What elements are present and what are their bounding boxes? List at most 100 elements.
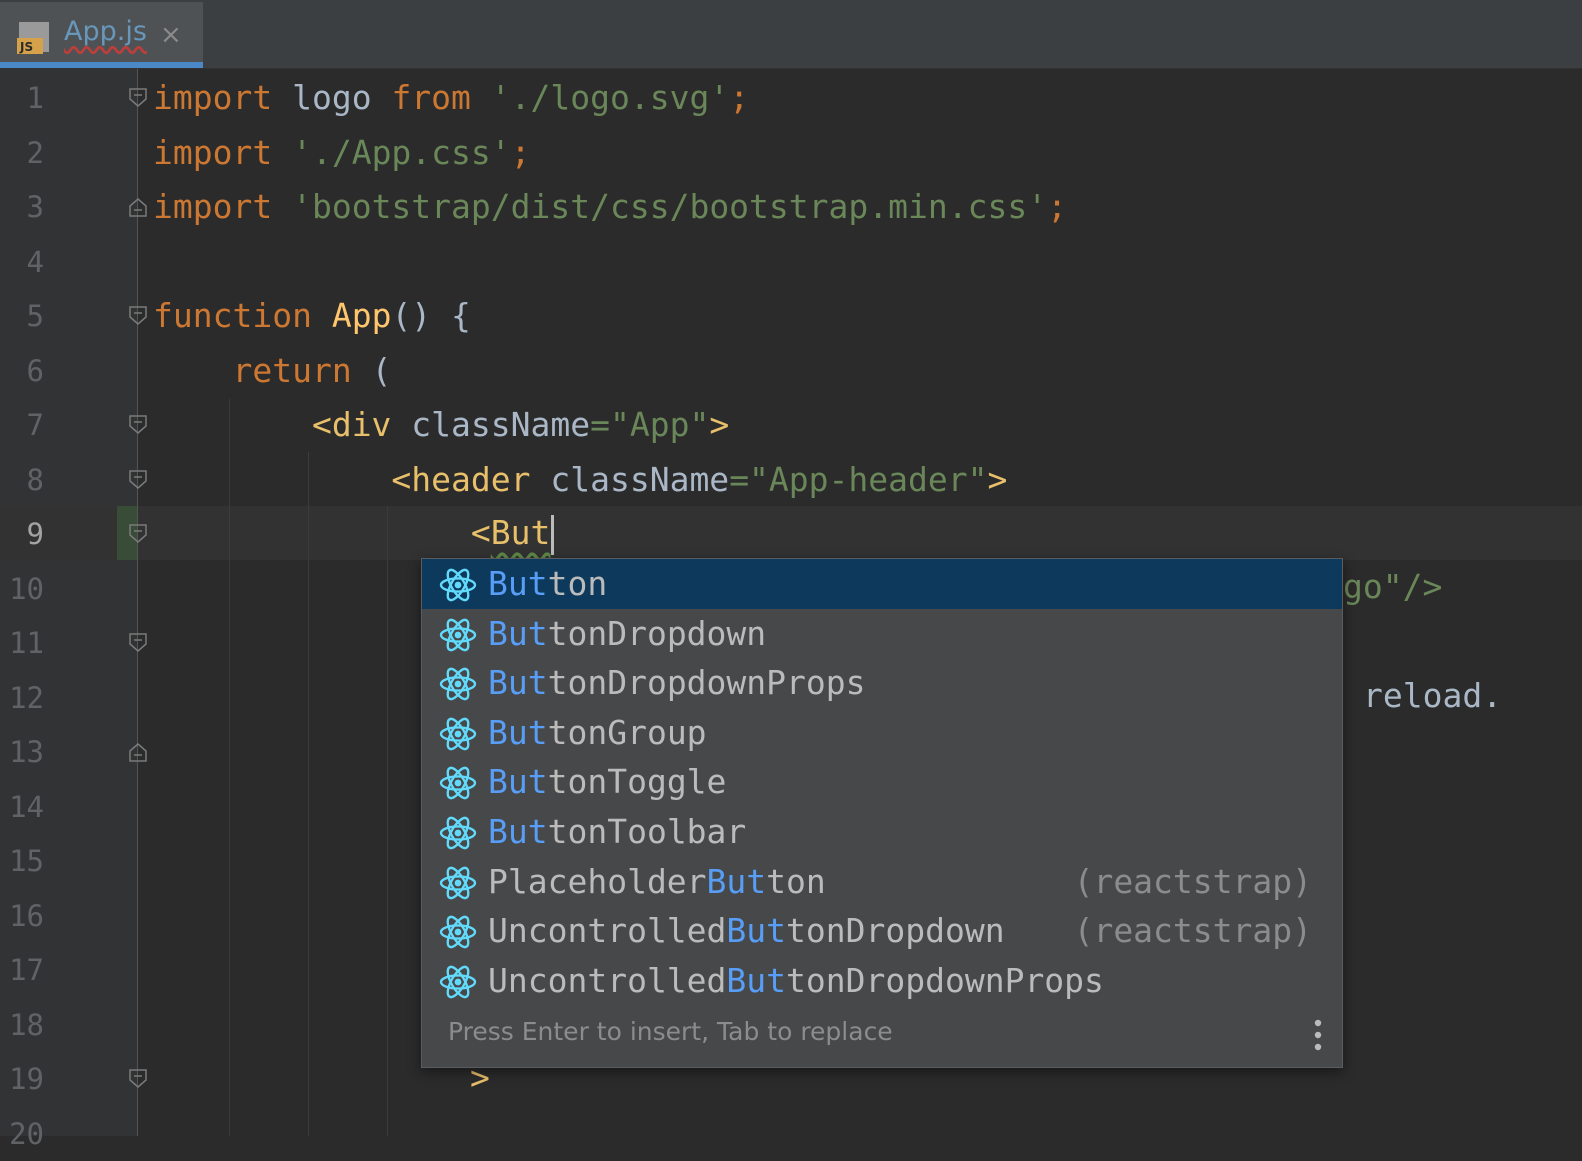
completion-item[interactable]: ButtonToggle: [422, 757, 1342, 807]
code-line[interactable]: import logo from './logo.svg';: [153, 71, 749, 125]
completion-prefix: Uncontrolled: [488, 960, 727, 1000]
line-number: 10: [9, 571, 44, 606]
code-token: import: [153, 187, 273, 226]
completion-match: But: [488, 712, 548, 752]
code-line[interactable]: import './App.css';: [153, 126, 531, 180]
line-number: 4: [26, 244, 44, 279]
code-token: function: [153, 296, 312, 335]
completion-item[interactable]: UncontrolledButtonDropdownProps: [422, 956, 1342, 1006]
react-component-icon: [438, 912, 478, 952]
completion-item-label: UncontrolledButtonDropdown: [488, 909, 1005, 953]
line-number: 1: [26, 81, 44, 115]
line-number: 14: [9, 789, 44, 824]
completion-prefix: Uncontrolled: [488, 911, 727, 951]
completion-item[interactable]: ButtonGroup: [422, 708, 1342, 758]
line-number: 16: [9, 898, 44, 933]
fold-icon[interactable]: [127, 523, 149, 545]
code-line[interactable]: <header className="App-header">: [153, 453, 1007, 507]
completion-hint: Press Enter to insert, Tab to replace: [448, 1017, 893, 1046]
fold-icon[interactable]: [127, 741, 149, 763]
completion-item-label: UncontrolledButtonDropdownProps: [488, 959, 1104, 1003]
completion-match: But: [706, 861, 767, 901]
close-icon[interactable]: ×: [160, 20, 182, 50]
code-token: from: [391, 78, 471, 117]
code-token: ;: [729, 78, 750, 117]
editor-tab-bar: JS App.js ×: [0, 0, 1582, 69]
code-token: className: [530, 459, 730, 499]
code-token: import: [153, 132, 273, 172]
line-number: 20: [9, 1116, 44, 1151]
completion-item[interactable]: ButtonToolbar: [422, 807, 1342, 857]
code-token: className: [391, 405, 591, 444]
partial-code-line-12: reload.: [1363, 676, 1503, 715]
react-component-icon: [438, 714, 478, 754]
fold-icon[interactable]: [127, 196, 149, 218]
completion-match: But: [488, 663, 548, 703]
code-token: ;: [1047, 187, 1067, 226]
line-number: 11: [9, 626, 44, 660]
code-line[interactable]: <div className="App">: [153, 398, 729, 452]
partial-code-line-10: go"/>: [1343, 567, 1443, 606]
react-component-icon: [438, 763, 478, 803]
typed-text: But: [490, 513, 551, 552]
react-component-icon: [438, 962, 478, 1002]
code-token: () {: [391, 296, 471, 335]
completion-suffix: ton: [766, 861, 826, 901]
fold-icon[interactable]: [127, 87, 149, 109]
completion-match: But: [488, 762, 548, 802]
line-number: 18: [9, 1007, 44, 1042]
completion-item-label: ButtonDropdownProps: [488, 661, 866, 705]
react-component-icon: [438, 565, 478, 605]
code-token: import: [153, 78, 273, 117]
fold-icon[interactable]: [127, 469, 149, 491]
current-code-line[interactable]: <But: [153, 506, 555, 560]
line-number: 17: [9, 953, 44, 987]
active-tab-indicator: [0, 62, 203, 68]
tab-app-js[interactable]: JS App.js ×: [0, 2, 203, 68]
fold-icon[interactable]: [127, 414, 149, 436]
completion-item[interactable]: PlaceholderButton (reactstrap): [422, 857, 1342, 907]
react-component-icon: [438, 615, 478, 655]
completion-item-label: ButtonToolbar: [488, 810, 746, 854]
completion-suffix: tonGroup: [547, 712, 707, 752]
completion-item[interactable]: ButtonDropdownProps: [422, 658, 1342, 708]
completion-item-source: (reactstrap): [1073, 911, 1312, 951]
more-vertical-icon[interactable]: [1314, 1019, 1322, 1051]
completion-suffix: tonDropdown: [786, 911, 1005, 951]
line-number: 6: [26, 353, 44, 388]
completion-match: But: [488, 564, 548, 603]
line-number: 5: [26, 299, 44, 333]
fold-icon[interactable]: [127, 305, 149, 327]
completion-item[interactable]: UncontrolledButtonDropdown (reactstrap): [422, 906, 1342, 956]
js-file-icon: JS: [17, 22, 49, 54]
code-line[interactable]: import 'bootstrap/dist/css/bootstrap.min…: [153, 180, 1067, 234]
text-caret: [551, 514, 555, 555]
completion-match: But: [488, 812, 548, 851]
code-line[interactable]: return (: [153, 344, 391, 398]
code-token: >: [987, 459, 1008, 499]
indent-guide: [387, 506, 388, 1136]
completion-match: But: [726, 911, 787, 951]
react-component-icon: [438, 863, 478, 903]
completion-suffix: tonToolbar: [547, 812, 747, 851]
code-token: >: [709, 405, 730, 444]
line-number: 8: [26, 462, 44, 497]
fold-icon[interactable]: [127, 632, 149, 654]
code-token: (: [351, 350, 392, 390]
svg-text:JS: JS: [19, 40, 33, 54]
completion-item[interactable]: ButtonDropdown: [422, 609, 1342, 659]
code-line[interactable]: function App() {: [153, 289, 471, 343]
completion-item-label: ButtonToggle: [488, 760, 726, 804]
line-number: 15: [9, 844, 44, 878]
completion-popup[interactable]: Button ButtonDropdown ButtonDropdownProps B…: [421, 558, 1343, 1068]
completion-suffix: tonDropdownProps: [786, 960, 1104, 1000]
fold-icon[interactable]: [127, 1068, 149, 1090]
code-token: './logo.svg': [490, 78, 730, 117]
code-token: 'bootstrap/dist/css/bootstrap.min.css': [292, 187, 1048, 226]
code-token: <div: [311, 405, 392, 444]
completion-item[interactable]: Button: [422, 559, 1342, 609]
